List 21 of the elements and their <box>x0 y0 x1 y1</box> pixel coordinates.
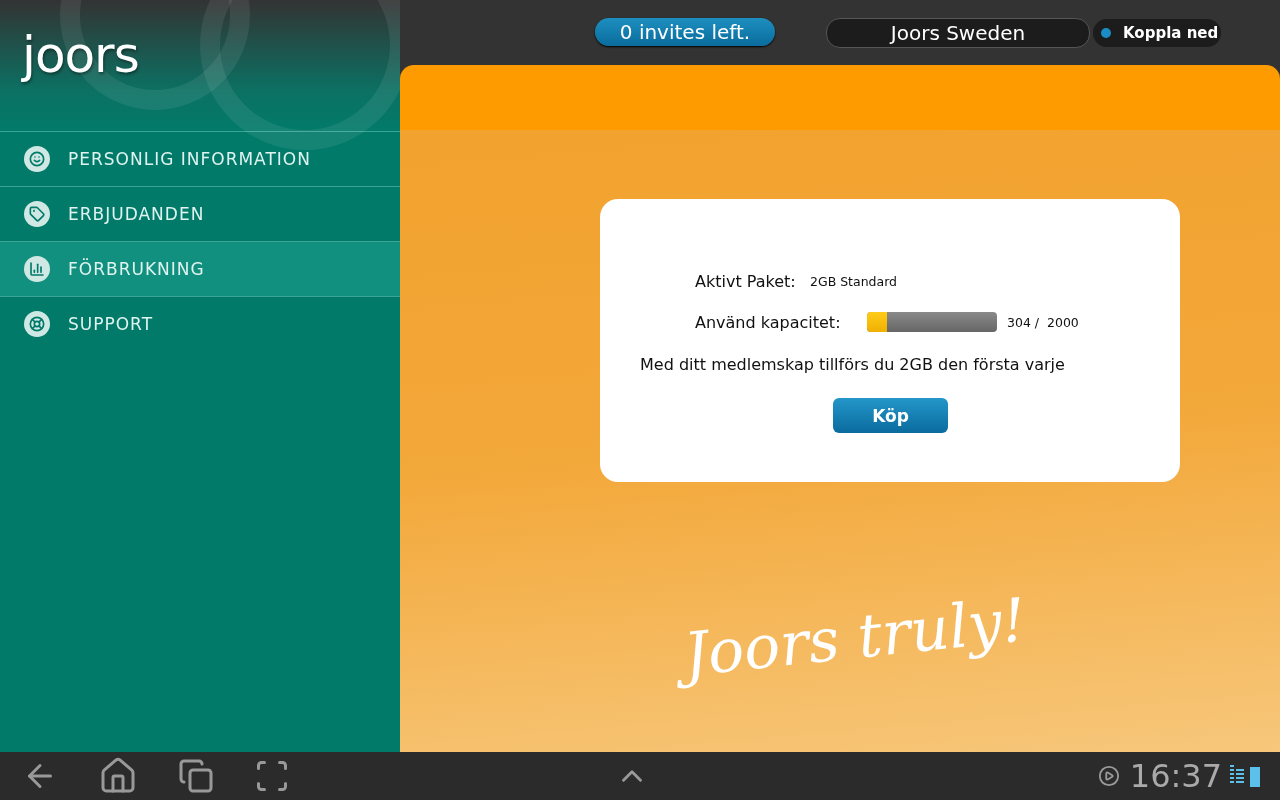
menu-item-icon <box>24 256 50 282</box>
account-name: Joors Sweden <box>826 17 1090 48</box>
menu-item-icon <box>24 201 50 227</box>
menu-item-icon <box>24 146 50 172</box>
clock: 16:37 <box>1129 757 1222 795</box>
capacity-label: Använd kapacitet: <box>695 312 842 332</box>
package-value: 2GB Standard <box>810 273 898 289</box>
sidebar-item[interactable]: FÖRBRUKNING <box>0 241 400 296</box>
buy-button[interactable]: Köp <box>833 398 948 433</box>
menu-item-icon <box>24 311 50 337</box>
package-label: Aktivt Paket: <box>695 271 797 291</box>
recent-apps-icon[interactable] <box>178 758 214 794</box>
invites-badge: 0 invites left. <box>595 17 775 46</box>
screenshot-icon[interactable] <box>254 758 290 794</box>
status-dot-icon <box>1101 27 1111 38</box>
capacity-reading: 304 / 2000 <box>1007 314 1079 330</box>
play-icon <box>1097 765 1120 787</box>
disconnect-button[interactable]: Koppla ned <box>1093 18 1221 47</box>
logo: joors <box>22 25 139 84</box>
info-text: Med ditt medlemskap tillförs du 2GB den första varje <box>640 355 1066 374</box>
battery-icon <box>1250 765 1260 787</box>
